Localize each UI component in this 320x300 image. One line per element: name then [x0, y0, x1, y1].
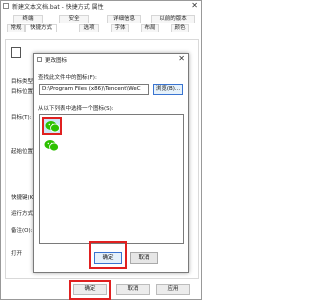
label-target-type: 目标类型 — [11, 79, 34, 85]
highlight-dialog-ok — [89, 241, 127, 269]
wechat-icon — [45, 121, 60, 133]
icon-path-input[interactable]: D:\Program Files (x86)\Tencent\WeC — [39, 84, 149, 95]
tab-options[interactable]: 选项 — [79, 24, 99, 32]
dialog-titlebar: 更改图标 ✕ — [34, 54, 188, 66]
tab-layout[interactable]: 布局 — [141, 24, 159, 32]
tab-font[interactable]: 字体 — [111, 24, 129, 32]
label-comment: 备注(O): — [11, 228, 33, 234]
cancel-button[interactable]: 取消 — [116, 284, 150, 295]
label-open: 打开 — [11, 251, 23, 257]
browse-button[interactable]: 浏览(B)... — [153, 84, 183, 95]
tab-details[interactable]: 详细信息 — [107, 15, 141, 23]
label-target-location: 目标位置 — [11, 89, 34, 95]
file-icon — [3, 3, 9, 9]
dialog-close-icon[interactable]: ✕ — [178, 54, 185, 63]
properties-window: 新建文本文档.bat - 快捷方式 属性 ✕ 终端 安全 详细信息 以前的版本 … — [0, 0, 202, 300]
label-target: 目标(T): — [11, 115, 32, 121]
dialog-title: 更改图标 — [45, 58, 68, 64]
tab-security[interactable]: 安全 — [59, 15, 89, 23]
find-icon-label: 查找此文件中的图标(F): — [38, 75, 97, 81]
icon-list-item[interactable] — [44, 139, 64, 157]
tab-previous-versions[interactable]: 以前的版本 — [151, 15, 195, 23]
change-icon-dialog: 更改图标 ✕ 查找此文件中的图标(F): D:\Program Files (x… — [33, 53, 189, 273]
icon-list-item-selected[interactable] — [42, 117, 62, 135]
tab-colors[interactable]: 颜色 — [171, 24, 189, 32]
tab-strip: 终端 安全 详细信息 以前的版本 常规 快捷方式 选项 字体 布局 颜色 — [5, 15, 199, 39]
wechat-icon — [44, 140, 59, 152]
tab-general[interactable]: 常规 — [7, 24, 25, 32]
highlight-ok-button — [69, 280, 111, 300]
apply-button[interactable]: 应用 — [156, 284, 190, 295]
label-start-in: 起始位置 — [11, 149, 34, 155]
icon-list-label: 从以下列表中选择一个图标(S): — [38, 106, 114, 112]
window-titlebar: 新建文本文档.bat - 快捷方式 属性 ✕ — [1, 1, 201, 11]
icon-list[interactable] — [39, 114, 184, 244]
close-icon[interactable]: ✕ — [191, 1, 198, 10]
window-title: 新建文本文档.bat - 快捷方式 属性 — [12, 4, 104, 11]
shortcut-file-icon — [11, 47, 21, 58]
dialog-cancel-button[interactable]: 取消 — [130, 252, 158, 264]
tab-terminal[interactable]: 终端 — [13, 15, 43, 23]
dialog-icon — [37, 57, 42, 62]
label-run: 运行方式 — [11, 211, 34, 217]
tab-shortcut[interactable]: 快捷方式 — [25, 24, 57, 32]
